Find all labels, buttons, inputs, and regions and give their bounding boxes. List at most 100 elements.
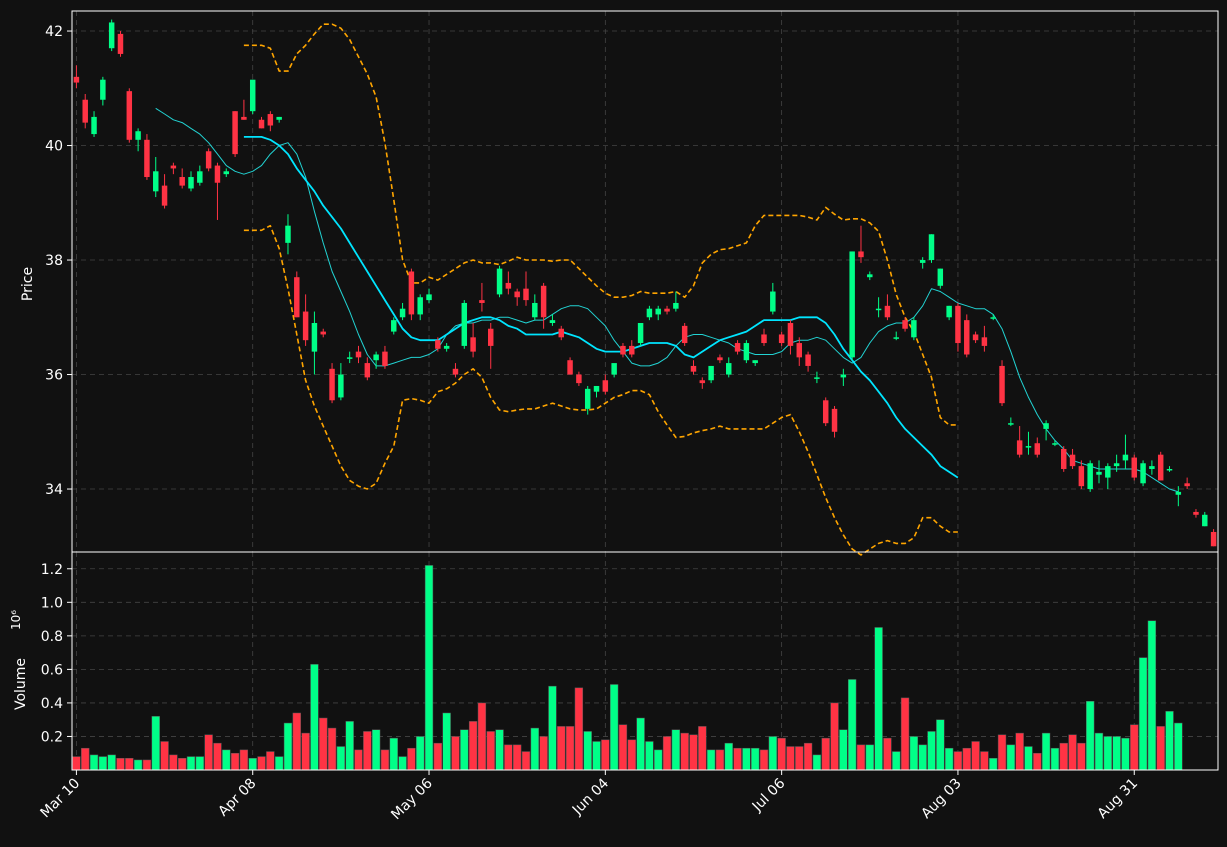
volume-bar — [495, 729, 504, 771]
candle-body — [822, 400, 829, 424]
volume-bar — [363, 731, 372, 771]
candle-body — [1193, 511, 1199, 515]
candle-body — [91, 116, 97, 135]
candle-body — [796, 343, 803, 358]
volume-bar — [645, 741, 654, 771]
candle-body — [805, 354, 811, 366]
volume-bar — [662, 736, 672, 771]
volume-bar — [751, 747, 760, 771]
candle-body — [179, 177, 185, 186]
volume-bar — [601, 739, 610, 771]
price-axis-label: Price — [20, 267, 36, 301]
volume-bar — [1121, 737, 1130, 771]
candle-body — [505, 282, 512, 289]
candle-body — [1043, 423, 1049, 429]
price-tick-label: 34 — [45, 482, 63, 498]
candle-body — [443, 345, 450, 349]
volume-bar — [989, 758, 998, 771]
candle-body — [532, 302, 538, 318]
candle-body — [338, 374, 344, 398]
volume-bar — [786, 746, 795, 771]
candle-body — [479, 300, 485, 303]
volume-bar — [371, 729, 381, 771]
candle-body — [82, 99, 88, 123]
candle-body — [320, 331, 326, 335]
volume-bar — [848, 679, 857, 771]
volume-bar — [433, 742, 442, 771]
volume-bar — [222, 749, 231, 771]
volume-bar — [830, 702, 839, 771]
candle-body — [990, 317, 996, 319]
price-tick-label: 42 — [45, 24, 63, 40]
volume-bar — [257, 756, 266, 771]
volume-bar — [283, 722, 293, 771]
candle-body — [117, 33, 124, 54]
volume-bar — [592, 741, 601, 771]
volume-bar — [565, 726, 575, 771]
volume-bar — [275, 756, 284, 771]
candle-body — [699, 380, 706, 384]
volume-bar — [900, 697, 910, 771]
candle-body — [928, 234, 935, 261]
volume-bar — [733, 747, 742, 771]
volume-bar — [72, 756, 81, 771]
candle-body — [629, 345, 635, 355]
volume-bar — [380, 749, 390, 771]
candle-body — [919, 260, 926, 263]
volume-bar — [213, 742, 222, 771]
candle-body — [285, 225, 291, 243]
volume-bar — [548, 685, 557, 771]
candle-body — [734, 343, 741, 352]
volume-bar — [98, 756, 108, 771]
candle-body — [611, 363, 617, 375]
candle-body — [620, 345, 626, 355]
candle-body — [373, 354, 379, 361]
candle-body — [214, 165, 221, 183]
volume-bar — [715, 749, 725, 771]
price-tick-label: 40 — [45, 139, 63, 155]
candle-body — [153, 171, 159, 192]
candle-body — [893, 337, 899, 339]
candle-body — [461, 302, 468, 346]
volume-bar — [327, 727, 337, 771]
candle-body — [399, 308, 406, 318]
volume-bar — [1006, 744, 1015, 771]
candle-body — [946, 305, 952, 318]
candle-body — [232, 111, 238, 155]
volume-bar — [195, 756, 204, 771]
candle-body — [1210, 531, 1217, 547]
volume-bar — [609, 684, 619, 771]
candle-body — [496, 268, 503, 295]
volume-bar — [1059, 742, 1068, 771]
volume-bar — [1156, 726, 1165, 771]
volume-bar — [962, 747, 971, 771]
volume-bar — [689, 734, 698, 771]
volume-bar — [1094, 732, 1104, 771]
candle-body — [452, 368, 459, 375]
volume-bar — [936, 719, 945, 771]
volume-bar — [909, 736, 919, 771]
volume-bar — [266, 751, 275, 771]
candle-body — [726, 363, 732, 375]
candle-body — [593, 385, 600, 392]
volume-bar — [133, 759, 143, 771]
volume-bar — [354, 749, 363, 771]
candle-body — [664, 308, 670, 312]
volume-bar — [1138, 657, 1148, 771]
candle-body — [884, 305, 891, 318]
candle-body — [752, 360, 758, 364]
volume-bar — [539, 736, 548, 771]
volume-bar — [125, 758, 134, 771]
candle-body — [1008, 423, 1014, 425]
candle-body — [717, 357, 723, 361]
candle-body — [1157, 454, 1164, 481]
candle-body — [126, 91, 133, 140]
volume-bar — [477, 702, 487, 771]
candle-body — [1202, 514, 1208, 527]
volume-bar — [883, 737, 892, 771]
volume-bar — [980, 751, 989, 771]
candle-body — [681, 325, 688, 344]
candle-body — [937, 268, 944, 286]
price-tick-label: 36 — [45, 368, 63, 384]
volume-bar — [169, 754, 178, 771]
